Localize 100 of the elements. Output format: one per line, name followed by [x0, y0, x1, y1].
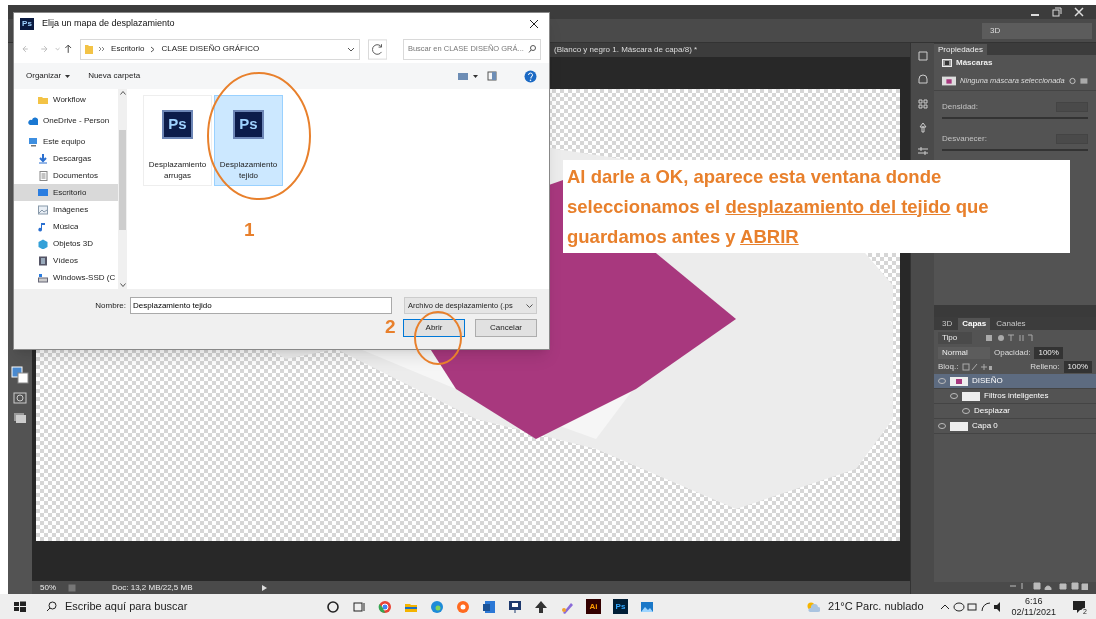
- scroll-down-icon[interactable]: [119, 283, 126, 287]
- layer-row[interactable]: Filtros inteligentes: [934, 389, 1096, 404]
- nav-item[interactable]: Documentos: [14, 167, 118, 184]
- eye-icon[interactable]: [938, 423, 946, 429]
- dialog-title: Elija un mapa de desplazamiento: [42, 17, 175, 31]
- clock-time[interactable]: 6:16: [1025, 595, 1043, 607]
- search-icon: [46, 601, 57, 612]
- clock-date[interactable]: 02/11/2021: [1011, 606, 1056, 618]
- app-dot-icon[interactable]: [456, 599, 470, 614]
- folder-icon: [85, 44, 94, 54]
- cancel-button[interactable]: Cancelar: [475, 319, 537, 337]
- app-picture-icon[interactable]: [640, 599, 654, 614]
- field-label: Desvanecer:: [942, 133, 987, 145]
- panel-tab[interactable]: Capas: [958, 318, 991, 330]
- nav-item[interactable]: Escritorio: [14, 184, 118, 201]
- quick-mask-icon[interactable]: [13, 392, 27, 404]
- info-icon[interactable]: [68, 583, 76, 592]
- app-doc-icon[interactable]: [482, 599, 496, 614]
- layer-name: Desplazar: [974, 405, 1010, 417]
- file-item[interactable]: Ps Desplazamiento tejido: [214, 95, 283, 186]
- nav-item[interactable]: Imágenes: [14, 201, 118, 218]
- mask-actions-icon[interactable]: [1068, 76, 1088, 85]
- annotation-text: Al darle a OK, aparece esta ventana donde seleccionamos el desplazamiento del tejido que guardamos antes y ABRIR: [567, 164, 990, 249]
- eye-icon[interactable]: [962, 408, 970, 414]
- computer-icon: [28, 136, 38, 147]
- opacity-field[interactable]: 100%: [1034, 347, 1063, 359]
- layer-row[interactable]: DISEÑO: [934, 374, 1096, 389]
- new-folder-button[interactable]: Nueva carpeta: [88, 70, 141, 82]
- color-swatches-icon[interactable]: [11, 366, 29, 384]
- scrollbar-thumb[interactable]: [119, 130, 126, 230]
- nav-item[interactable]: Música: [14, 218, 118, 235]
- app-monitor-icon[interactable]: [508, 599, 522, 614]
- scrollbar[interactable]: [118, 89, 127, 289]
- search-field[interactable]: Escribe aquí para buscar: [46, 594, 276, 619]
- film-icon: [38, 255, 48, 266]
- open-button[interactable]: Abrir: [403, 319, 465, 337]
- weather-text[interactable]: 21°C Parc. nublado: [828, 598, 924, 615]
- app-tiles-icon[interactable]: [352, 599, 366, 614]
- eye-icon[interactable]: [950, 393, 958, 399]
- layer-row[interactable]: Desplazar: [934, 404, 1096, 419]
- music-icon: [38, 221, 48, 232]
- layer-thumbnail: [962, 391, 980, 401]
- help-icon[interactable]: [524, 69, 537, 83]
- fill-field[interactable]: 100%: [1063, 361, 1092, 373]
- address-bar[interactable]: Escritorio CLASE DISEÑO GRÁFICO: [80, 38, 360, 60]
- panel-tool-icon[interactable]: [916, 121, 929, 133]
- layer-name: Filtros inteligentes: [984, 390, 1049, 402]
- file-type-icon: Ps: [162, 110, 193, 139]
- image-icon: [38, 204, 48, 215]
- panel-tool-icon[interactable]: [916, 145, 929, 157]
- panel-tab[interactable]: 3D: [938, 318, 957, 330]
- navigation-arrows-icon[interactable]: [22, 44, 73, 54]
- panel-tab[interactable]: Canales: [992, 318, 1030, 330]
- document-tab[interactable]: (Blanco y negro 1. Máscara de capa/8) *: [554, 44, 698, 56]
- filter-dropdown[interactable]: Tipo: [938, 332, 972, 344]
- dropdown-caret-icon: [526, 303, 533, 308]
- breadcrumb-item[interactable]: CLASE DISEÑO GRÁFICO: [161, 43, 260, 55]
- file-name-field[interactable]: Desplazamiento tejido: [130, 297, 392, 314]
- layer-row[interactable]: Capa 0: [934, 419, 1096, 434]
- field-label: Opacidad:: [994, 347, 1031, 359]
- workspace-dropdown[interactable]: 3D: [982, 22, 1092, 39]
- chevron-icon: [150, 45, 156, 53]
- app-ring-icon[interactable]: [326, 599, 340, 614]
- file-item[interactable]: Ps Desplazamiento arrugas: [143, 95, 212, 186]
- nav-item[interactable]: Descargas: [14, 150, 118, 167]
- organize-menu[interactable]: Organizar: [26, 70, 71, 82]
- refresh-icon[interactable]: [367, 38, 387, 60]
- nav-item[interactable]: Windows-SSD (C: [14, 269, 118, 286]
- step-number: 2: [385, 315, 396, 339]
- dropdown-caret-icon[interactable]: [346, 46, 355, 52]
- nav-item[interactable]: Este equipo: [14, 133, 118, 150]
- nav-item[interactable]: Workflow: [14, 91, 118, 108]
- app-wheel-icon[interactable]: [378, 599, 392, 614]
- cube-icon: [38, 238, 48, 249]
- start-icon[interactable]: [14, 600, 26, 613]
- lock-icons[interactable]: [962, 363, 993, 371]
- play-icon[interactable]: [260, 584, 267, 591]
- breadcrumb-item[interactable]: Escritorio: [111, 43, 145, 55]
- panel-tool-icon[interactable]: [916, 49, 929, 61]
- layer-actions-icons[interactable]: [1008, 582, 1088, 590]
- step-number: 1: [244, 218, 255, 242]
- zoom-level[interactable]: 50%: [40, 581, 56, 594]
- panel-tab[interactable]: Propiedades: [934, 44, 987, 55]
- field-label: Nombre:: [95, 299, 126, 312]
- app-tile-icon[interactable]: Ai: [586, 599, 601, 614]
- panel-tool-icon[interactable]: [916, 97, 929, 109]
- screen-mode-icon[interactable]: [13, 412, 27, 424]
- nav-item[interactable]: Vídeos: [14, 252, 118, 269]
- app-tile-icon[interactable]: Ps: [613, 599, 628, 614]
- cloud-icon: [28, 115, 38, 126]
- close-icon[interactable]: [529, 19, 539, 29]
- section-title: Máscaras: [956, 57, 993, 69]
- panel-tool-icon[interactable]: [916, 73, 929, 85]
- nav-item[interactable]: OneDrive - Person: [14, 112, 118, 129]
- app-logo-icon: Ps: [20, 18, 34, 30]
- scroll-up-icon[interactable]: [119, 91, 126, 95]
- nav-item[interactable]: Objetos 3D: [14, 235, 118, 252]
- eye-icon[interactable]: [938, 378, 946, 384]
- blend-mode-dropdown[interactable]: Normal: [938, 347, 990, 359]
- restore-icon[interactable]: [1052, 7, 1062, 17]
